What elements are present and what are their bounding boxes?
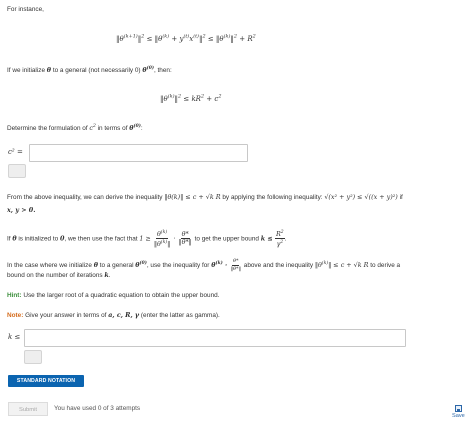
standard-notation-button[interactable]: STANDARD NOTATION [8, 375, 84, 387]
k-preview-box [24, 350, 42, 364]
k-label: k ≤ [8, 333, 21, 341]
save-button[interactable]: Save [452, 413, 465, 419]
init-sentence: If we initialize θ to a general (not nec… [7, 66, 172, 75]
general-init-text-2: bound on the number of iterations k. [7, 271, 111, 279]
inequality-condition: x, y > 0. [7, 206, 36, 214]
equation-2: ‖θ(k)‖2 ≤ kR2 + c2 [160, 94, 222, 104]
determine-text: Determine the formulation of c2 in terms… [7, 124, 143, 133]
save-icon[interactable] [455, 405, 462, 412]
equation-1: ‖θ(k+1)‖2 ≤ ‖θ(k) + y(t)x(t)‖2 ≤ ‖θ(k)‖2… [116, 34, 256, 44]
attempts-text: You have used 0 of 3 attempts [54, 405, 141, 412]
hint: Hint: Use the larger root of a quadratic… [7, 292, 220, 299]
submit-button[interactable]: Submit [8, 402, 48, 416]
intro-text: For instance, [7, 6, 44, 13]
k-answer-input[interactable] [24, 329, 406, 347]
c2-label: c² = [8, 148, 23, 156]
zero-init-text: If θ is initialized to 0, we then use th… [7, 230, 287, 249]
inequality-text: From the above inequality, we can derive… [7, 193, 403, 201]
c2-answer-input[interactable] [29, 144, 248, 162]
note: Note: Give your answer in terms of a, c,… [7, 311, 220, 319]
c2-preview-box [8, 164, 26, 178]
